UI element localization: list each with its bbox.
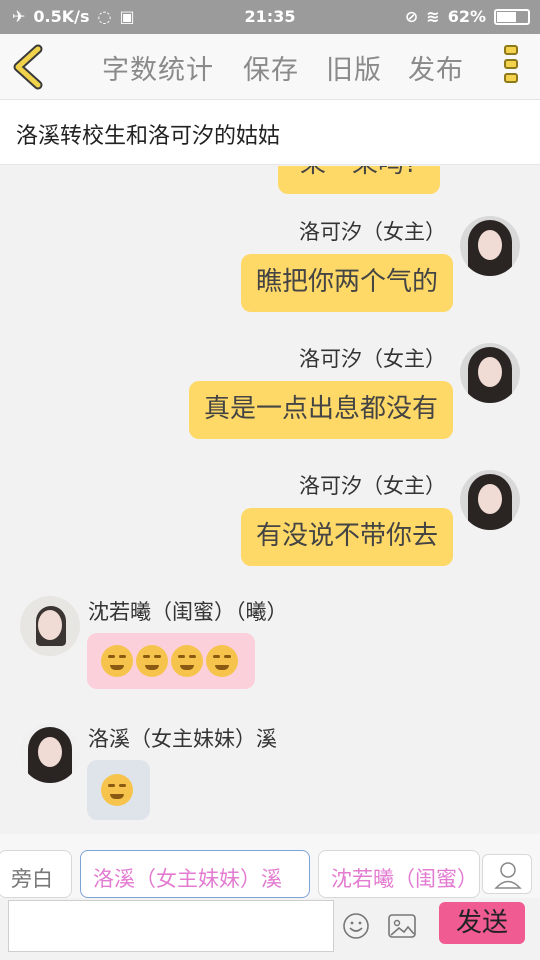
- send-button[interactable]: 发送: [439, 902, 525, 944]
- avatar[interactable]: [460, 343, 520, 403]
- avatar[interactable]: [460, 216, 520, 276]
- emoji-icon[interactable]: [342, 912, 370, 940]
- more-menu-icon[interactable]: [504, 45, 520, 89]
- laughing-emoji-icon: [101, 645, 133, 677]
- word-count-button[interactable]: 字数统计: [102, 48, 214, 87]
- battery-icon: [494, 8, 530, 25]
- avatar[interactable]: [20, 723, 80, 783]
- sender-name: 洛可汐（女主）: [299, 220, 446, 244]
- role-narrator-button[interactable]: 旁白: [0, 850, 72, 898]
- back-chevron-icon[interactable]: [10, 44, 50, 90]
- role-shenruoxi-button[interactable]: 沈若曦（闺蜜）: [318, 850, 480, 898]
- story-title-row[interactable]: 洛溪转校生和洛可汐的姑姑: [0, 100, 540, 165]
- old-version-button[interactable]: 旧版: [326, 48, 382, 87]
- image-icon[interactable]: [387, 912, 417, 940]
- grinning-emoji-icon: [206, 645, 238, 677]
- input-bar: 发送: [0, 898, 540, 960]
- battery-percent: 62%: [447, 7, 486, 26]
- message-bubble[interactable]: 瞧把你两个气的: [240, 254, 453, 312]
- message-bubble[interactable]: 真是一点出息都没有: [188, 381, 453, 439]
- chat-area[interactable]: 呆一呆吗? 洛可汐（女主） 瞧把你两个气的 洛可汐（女主） 真是一点出息都没有 …: [0, 166, 540, 834]
- laughing-emoji-icon: [171, 645, 203, 677]
- sender-name: 洛溪（女主妹妹）溪: [88, 727, 277, 751]
- sender-name: 洛可汐（女主）: [299, 474, 446, 498]
- toolbar: 字数统计 保存 旧版 发布: [0, 34, 540, 100]
- role-selector-bar: 旁白 洛溪（女主妹妹）溪 沈若曦（闺蜜）: [0, 834, 540, 898]
- role-luoxi-button[interactable]: 洛溪（女主妹妹）溪: [80, 850, 310, 898]
- message-bubble[interactable]: 有没说不带你去: [240, 508, 453, 566]
- battery-fill: [497, 11, 516, 22]
- save-button[interactable]: 保存: [243, 48, 299, 87]
- status-bar: ✈ 0.5K/s ◌ ▣ 21:35 ⊘ ≋ 62%: [0, 0, 540, 34]
- status-right: ⊘ ≋ 62%: [405, 7, 530, 26]
- sticker-bubble[interactable]: [87, 760, 150, 820]
- sticker-bubble[interactable]: [87, 633, 255, 689]
- message-bubble[interactable]: 呆一呆吗?: [278, 166, 440, 194]
- avatar[interactable]: [20, 596, 80, 656]
- character-manage-icon[interactable]: [482, 854, 532, 894]
- publish-button[interactable]: 发布: [408, 48, 464, 87]
- story-title: 洛溪转校生和洛可汐的姑姑: [16, 124, 281, 149]
- message-input[interactable]: [8, 900, 334, 952]
- avatar[interactable]: [460, 470, 520, 530]
- wink-emoji-icon: [101, 774, 133, 806]
- wifi-icon: ≋: [426, 7, 440, 26]
- laughing-emoji-icon: [136, 645, 168, 677]
- mute-icon: ⊘: [404, 7, 419, 26]
- sender-name: 洛可汐（女主）: [299, 347, 446, 371]
- sender-name: 沈若曦（闺蜜）（曦）: [88, 600, 288, 624]
